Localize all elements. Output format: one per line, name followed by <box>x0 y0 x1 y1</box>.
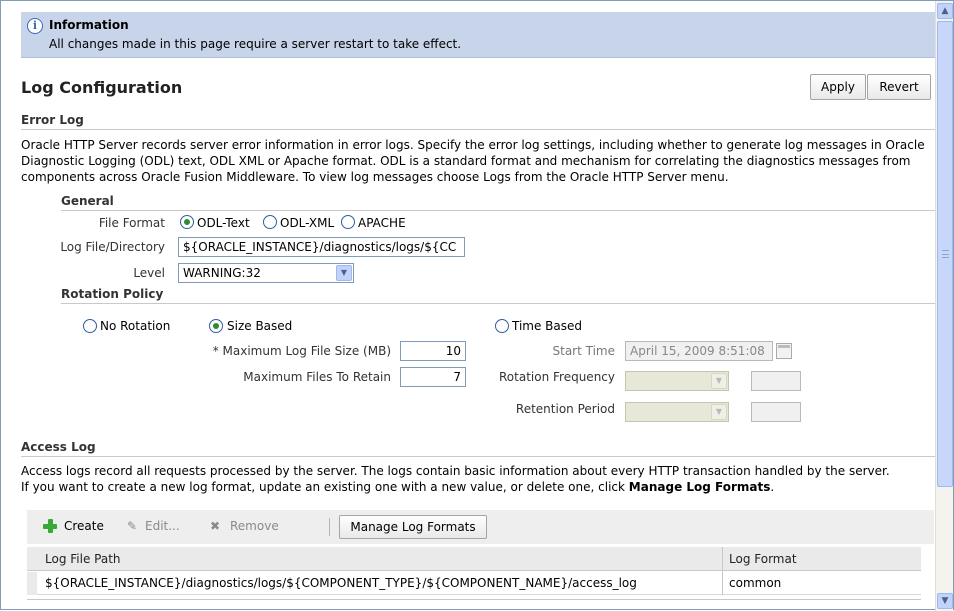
odl-xml-label: ODL-XML <box>280 216 335 230</box>
apache-label: APACHE <box>358 216 406 230</box>
col-header-log-format[interactable]: Log Format <box>729 552 797 566</box>
level-select[interactable]: WARNING:32 ▼ <box>178 263 354 283</box>
info-title: Information <box>49 18 129 32</box>
size-based-label: Size Based <box>227 319 293 333</box>
content-frame: i Information All changes made in this p… <box>0 0 954 611</box>
rotation-policy-heading: Rotation Policy <box>61 287 164 301</box>
calendar-icon[interactable] <box>776 343 792 359</box>
max-files-label: Maximum Files To Retain <box>243 370 391 384</box>
time-based-label: Time Based <box>512 319 583 333</box>
access-log-description-1: Access logs record all requests processe… <box>21 464 890 478</box>
no-rotation-label: No Rotation <box>100 319 171 333</box>
remove-button[interactable]: Remove <box>230 519 279 533</box>
manage-log-formats-text: Manage Log Formats <box>628 480 771 494</box>
error-log-heading: Error Log <box>21 113 84 127</box>
toolbar-separator <box>329 518 330 536</box>
access-log-description-2: If you want to create a new log format, … <box>21 480 625 494</box>
retention-period-select[interactable]: ▼ <box>625 402 729 422</box>
chevron-down-icon[interactable]: ▼ <box>336 265 352 281</box>
max-files-input[interactable]: 7 <box>400 367 466 387</box>
time-based-radio[interactable] <box>495 319 509 333</box>
file-format-label: File Format <box>98 216 165 230</box>
remove-icon[interactable]: ✖ <box>210 519 220 533</box>
add-icon[interactable] <box>42 518 58 534</box>
rotation-frequency-input[interactable] <box>751 371 801 391</box>
general-divider <box>61 210 936 211</box>
info-message: All changes made in this page require a … <box>49 37 462 51</box>
start-time-label: Start Time <box>552 344 616 358</box>
log-dir-label: Log File/Directory <box>60 240 165 254</box>
error-log-divider <box>21 129 936 130</box>
access-log-toolbar: Create ✎ Edit... ✖ Remove Manage Log For… <box>27 510 934 544</box>
log-format-cell: common <box>729 576 782 590</box>
retention-period-input[interactable] <box>751 402 801 422</box>
page-title: Log Configuration <box>21 78 183 97</box>
access-log-heading: Access Log <box>21 440 96 454</box>
log-file-path-cell: ${ORACLE_INSTANCE}/diagnostics/logs/${CO… <box>45 576 637 590</box>
edit-icon[interactable]: ✎ <box>127 519 137 533</box>
table-bottom-border <box>27 599 921 600</box>
apache-radio[interactable] <box>341 215 355 229</box>
manage-log-formats-button[interactable]: Manage Log Formats <box>339 515 487 539</box>
rotation-frequency-label: Rotation Frequency <box>499 370 615 384</box>
size-based-radio[interactable] <box>209 319 223 333</box>
level-value: WARNING:32 <box>183 266 261 280</box>
edit-button[interactable]: Edit... <box>145 519 180 533</box>
access-log-divider <box>21 456 936 457</box>
odl-text-radio[interactable] <box>180 215 194 229</box>
scroll-up-icon[interactable]: ▲ <box>937 3 953 19</box>
apply-button[interactable]: Apply <box>810 74 866 100</box>
create-button[interactable]: Create <box>64 519 104 533</box>
column-divider <box>722 547 723 595</box>
grip-icon <box>942 250 949 258</box>
revert-button[interactable]: Revert <box>867 74 931 100</box>
scrollbar-thumb[interactable] <box>937 21 953 487</box>
table-row[interactable]: ${ORACLE_INSTANCE}/diagnostics/logs/${CO… <box>27 572 921 595</box>
retention-period-label: Retention Period <box>515 402 615 416</box>
max-size-label: * Maximum Log File Size (MB) <box>212 344 391 358</box>
log-dir-input[interactable]: ${ORACLE_INSTANCE}/diagnostics/logs/${CC <box>178 237 465 257</box>
no-rotation-radio[interactable] <box>83 319 97 333</box>
vertical-scrollbar[interactable]: ▲ ▼ <box>935 1 953 611</box>
table-header: Log File Path Log Format <box>27 547 921 571</box>
chevron-down-icon[interactable]: ▼ <box>711 373 727 389</box>
level-label: Level <box>133 266 165 280</box>
row-selector[interactable] <box>27 572 37 595</box>
start-time-input[interactable]: April 15, 2009 8:51:08 <box>625 341 773 361</box>
general-heading: General <box>61 194 114 208</box>
scroll-down-icon[interactable]: ▼ <box>937 593 953 609</box>
access-log-description-end: . <box>770 480 775 494</box>
info-icon: i <box>27 18 43 34</box>
max-size-input[interactable]: 10 <box>400 341 466 361</box>
rotation-frequency-select[interactable]: ▼ <box>625 371 729 391</box>
chevron-down-icon[interactable]: ▼ <box>711 404 727 420</box>
odl-xml-radio[interactable] <box>263 215 277 229</box>
info-banner: i Information All changes made in this p… <box>21 12 935 58</box>
rotation-divider <box>61 303 936 304</box>
access-log-description: Access logs record all requests processe… <box>21 463 936 495</box>
col-header-log-file-path[interactable]: Log File Path <box>45 552 121 566</box>
odl-text-label: ODL-Text <box>197 216 250 230</box>
error-log-description: Oracle HTTP Server records server error … <box>21 138 925 184</box>
